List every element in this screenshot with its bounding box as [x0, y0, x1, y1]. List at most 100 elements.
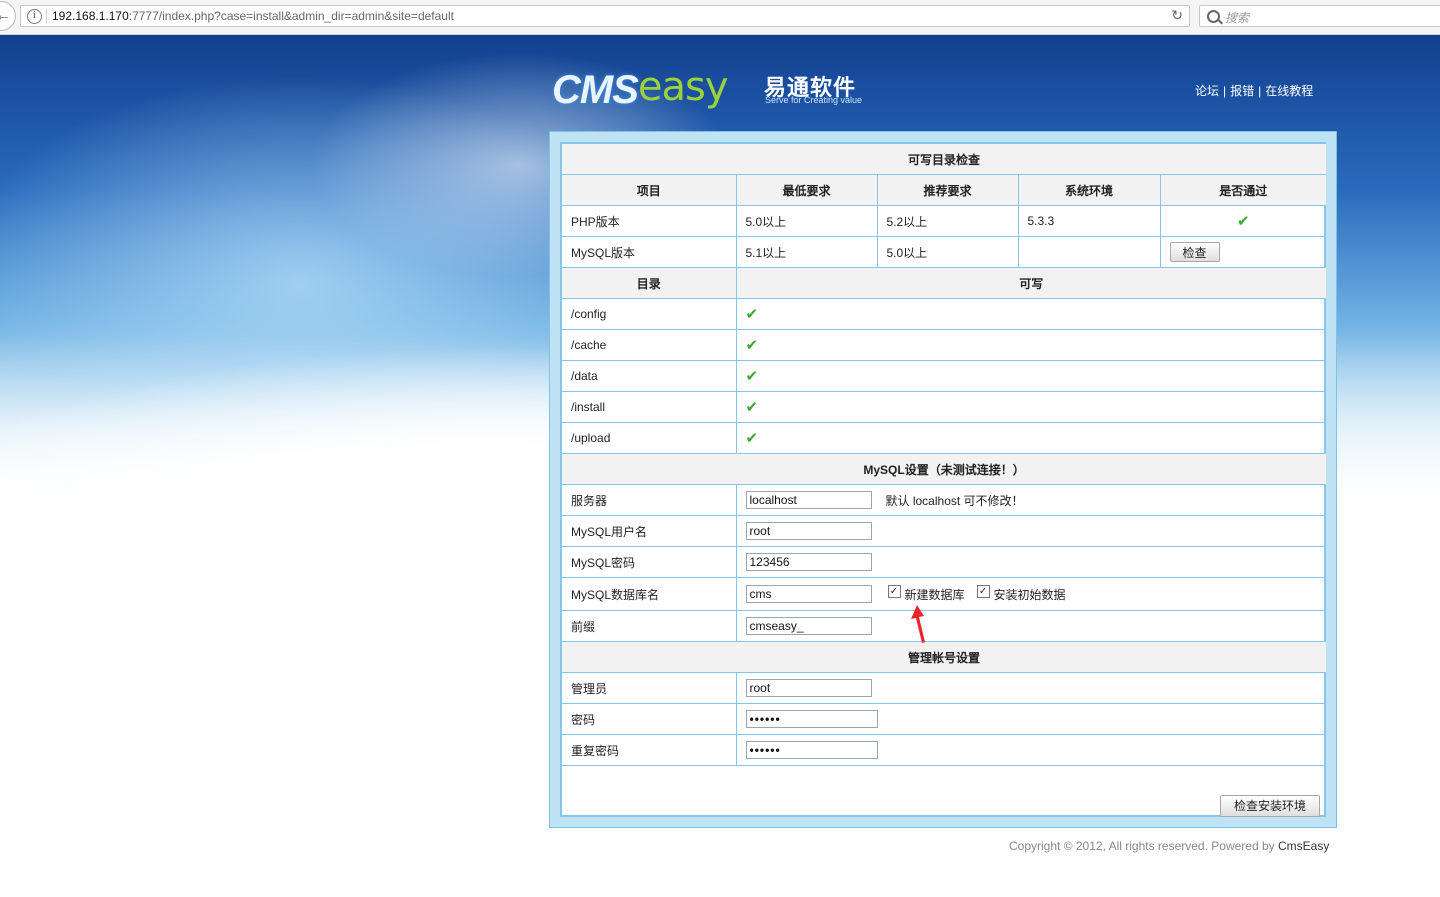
checkmark-icon: ✔	[745, 367, 759, 385]
dir-data: /data	[562, 360, 737, 392]
admin-settings-title: 管理帐号设置	[562, 641, 1327, 673]
php-pass-cell: ✔	[1159, 205, 1327, 237]
search-icon	[1207, 10, 1220, 23]
mysql-recommended: 5.0以上	[876, 236, 1019, 268]
mysql-password-cell: 123456	[735, 546, 1327, 578]
checkmark-icon: ✔	[1236, 212, 1250, 230]
table-row: /config ✔	[562, 298, 1327, 330]
install-form: 可写目录检查 项目 最低要求 推荐要求 系统环境 是否通过 PHP版本 5.0以…	[560, 142, 1327, 817]
form-actions: 检查安装环境	[562, 780, 1324, 817]
writable-header: 可写	[735, 267, 1327, 299]
link-separator: |	[1223, 84, 1227, 98]
table-row: MySQL用户名 root	[562, 515, 1327, 547]
mysql-environment	[1017, 236, 1161, 268]
col-header-recommended: 推荐要求	[876, 174, 1019, 206]
dir-upload-status: ✔	[735, 422, 1327, 454]
table-row: /cache ✔	[562, 329, 1327, 361]
php-min: 5.0以上	[735, 205, 878, 237]
dir-install: /install	[562, 391, 737, 423]
browser-toolbar: ← i 192.168.1.170:7777/index.php?case=in…	[0, 0, 1440, 35]
mysql-min: 5.1以上	[735, 236, 878, 268]
link-separator: |	[1258, 84, 1262, 98]
admin-repeat-cell: ••••••	[735, 734, 1327, 766]
install-data-label[interactable]: 安装初始数据	[994, 588, 1066, 602]
create-db-checkbox[interactable]: ✓	[887, 584, 901, 598]
server-input[interactable]: localhost	[745, 491, 872, 509]
create-db-label[interactable]: 新建数据库	[905, 588, 965, 602]
red-arrow-icon	[911, 605, 925, 643]
table-row: 服务器 localhost 默认 localhost 可不修改！	[562, 484, 1327, 516]
top-links: 论坛 | 报错 | 在线教程	[1195, 82, 1313, 99]
table-row: 前缀 cmseasy_	[562, 610, 1327, 642]
check-environment-button[interactable]: 检查安装环境	[1219, 795, 1320, 817]
forum-link[interactable]: 论坛	[1195, 84, 1219, 98]
online-tutorial-link[interactable]: 在线教程	[1265, 84, 1313, 98]
address-bar[interactable]: i 192.168.1.170:7777/index.php?case=inst…	[20, 5, 1190, 27]
install-table: 可写目录检查 项目 最低要求 推荐要求 系统环境 是否通过 PHP版本 5.0以…	[562, 144, 1327, 766]
mysql-dbname-input[interactable]: cms	[745, 585, 872, 603]
mysql-version-label: MySQL版本	[562, 236, 737, 268]
col-header-min: 最低要求	[735, 174, 878, 206]
url-host: 192.168.1.170	[52, 9, 129, 23]
checkmark-icon: ✔	[745, 429, 759, 447]
admin-user-input[interactable]: root	[745, 679, 872, 697]
prefix-cell: cmseasy_	[735, 610, 1327, 642]
logo-cms-text: CMS	[552, 68, 639, 112]
env-check-title: 可写目录检查	[562, 144, 1327, 175]
logo-slogan: Serve for Creating value	[765, 95, 863, 105]
server-label: 服务器	[562, 484, 737, 516]
mysql-pass-cell: 检查	[1159, 236, 1327, 268]
mysql-dbname-cell: cms ✓ 新建数据库 ✓ 安装初始数据	[735, 577, 1327, 611]
php-version-label: PHP版本	[562, 205, 737, 237]
col-header-environment: 系统环境	[1017, 174, 1161, 206]
admin-user-label: 管理员	[562, 672, 737, 704]
dir-install-status: ✔	[735, 391, 1327, 423]
prefix-label: 前缀	[562, 610, 737, 642]
copyright-footer: Copyright © 2012, All rights reserved. P…	[1009, 839, 1329, 853]
checkmark-icon: ✔	[745, 336, 759, 354]
dir-config-status: ✔	[735, 298, 1327, 330]
prefix-input[interactable]: cmseasy_	[745, 617, 872, 635]
search-placeholder: 搜索	[1225, 11, 1250, 25]
admin-repeat-password-input[interactable]: ••••••	[745, 741, 878, 759]
reload-icon[interactable]: ↻	[1171, 7, 1183, 24]
url-text[interactable]: 192.168.1.170:7777/index.php?case=instal…	[52, 9, 454, 23]
url-path: :7777/index.php?case=install&admin_dir=a…	[128, 9, 454, 23]
col-header-pass: 是否通过	[1159, 174, 1327, 206]
php-recommended: 5.2以上	[876, 205, 1019, 237]
table-row: /data ✔	[562, 360, 1327, 392]
mysql-password-input[interactable]: 123456	[745, 553, 872, 571]
report-error-link[interactable]: 报错	[1230, 84, 1254, 98]
mysql-user-label: MySQL用户名	[562, 515, 737, 547]
php-environment: 5.3.3	[1017, 205, 1161, 237]
table-row: 管理员 root	[562, 672, 1327, 704]
table-row: MySQL数据库名 cms ✓ 新建数据库 ✓ 安装初始数据	[562, 577, 1327, 611]
dir-config: /config	[562, 298, 737, 330]
admin-password-cell: ••••••	[735, 703, 1327, 735]
mysql-user-cell: root	[735, 515, 1327, 547]
col-header-item: 项目	[562, 174, 737, 206]
checkmark-icon: ✔	[745, 398, 759, 416]
back-arrow-icon[interactable]: ←	[0, 1, 16, 31]
server-cell: localhost 默认 localhost 可不修改！	[735, 484, 1327, 516]
mysql-dbname-label: MySQL数据库名	[562, 577, 737, 611]
table-row: /upload ✔	[562, 422, 1327, 454]
search-box[interactable]: 搜索	[1199, 5, 1440, 27]
checkmark-icon: ✔	[745, 305, 759, 323]
info-icon[interactable]: i	[27, 9, 42, 24]
check-mysql-button[interactable]: 检查	[1169, 242, 1220, 262]
dir-header: 目录	[562, 267, 737, 299]
cmseasy-brand-link[interactable]: CmsEasy	[1278, 839, 1329, 853]
dir-cache-status: ✔	[735, 329, 1327, 361]
admin-password-label: 密码	[562, 703, 737, 735]
mysql-settings-title: MySQL设置（未测试连接！）	[562, 453, 1327, 485]
mysql-password-label: MySQL密码	[562, 546, 737, 578]
table-row: MySQL密码 123456	[562, 546, 1327, 578]
dir-cache: /cache	[562, 329, 737, 361]
mysql-user-input[interactable]: root	[745, 522, 872, 540]
install-data-checkbox[interactable]: ✓	[976, 584, 990, 598]
admin-password-input[interactable]: ••••••	[745, 710, 878, 728]
table-row: PHP版本 5.0以上 5.2以上 5.3.3 ✔	[562, 205, 1327, 237]
table-row: /install ✔	[562, 391, 1327, 423]
server-hint: 默认 localhost 可不修改！	[885, 493, 1024, 508]
